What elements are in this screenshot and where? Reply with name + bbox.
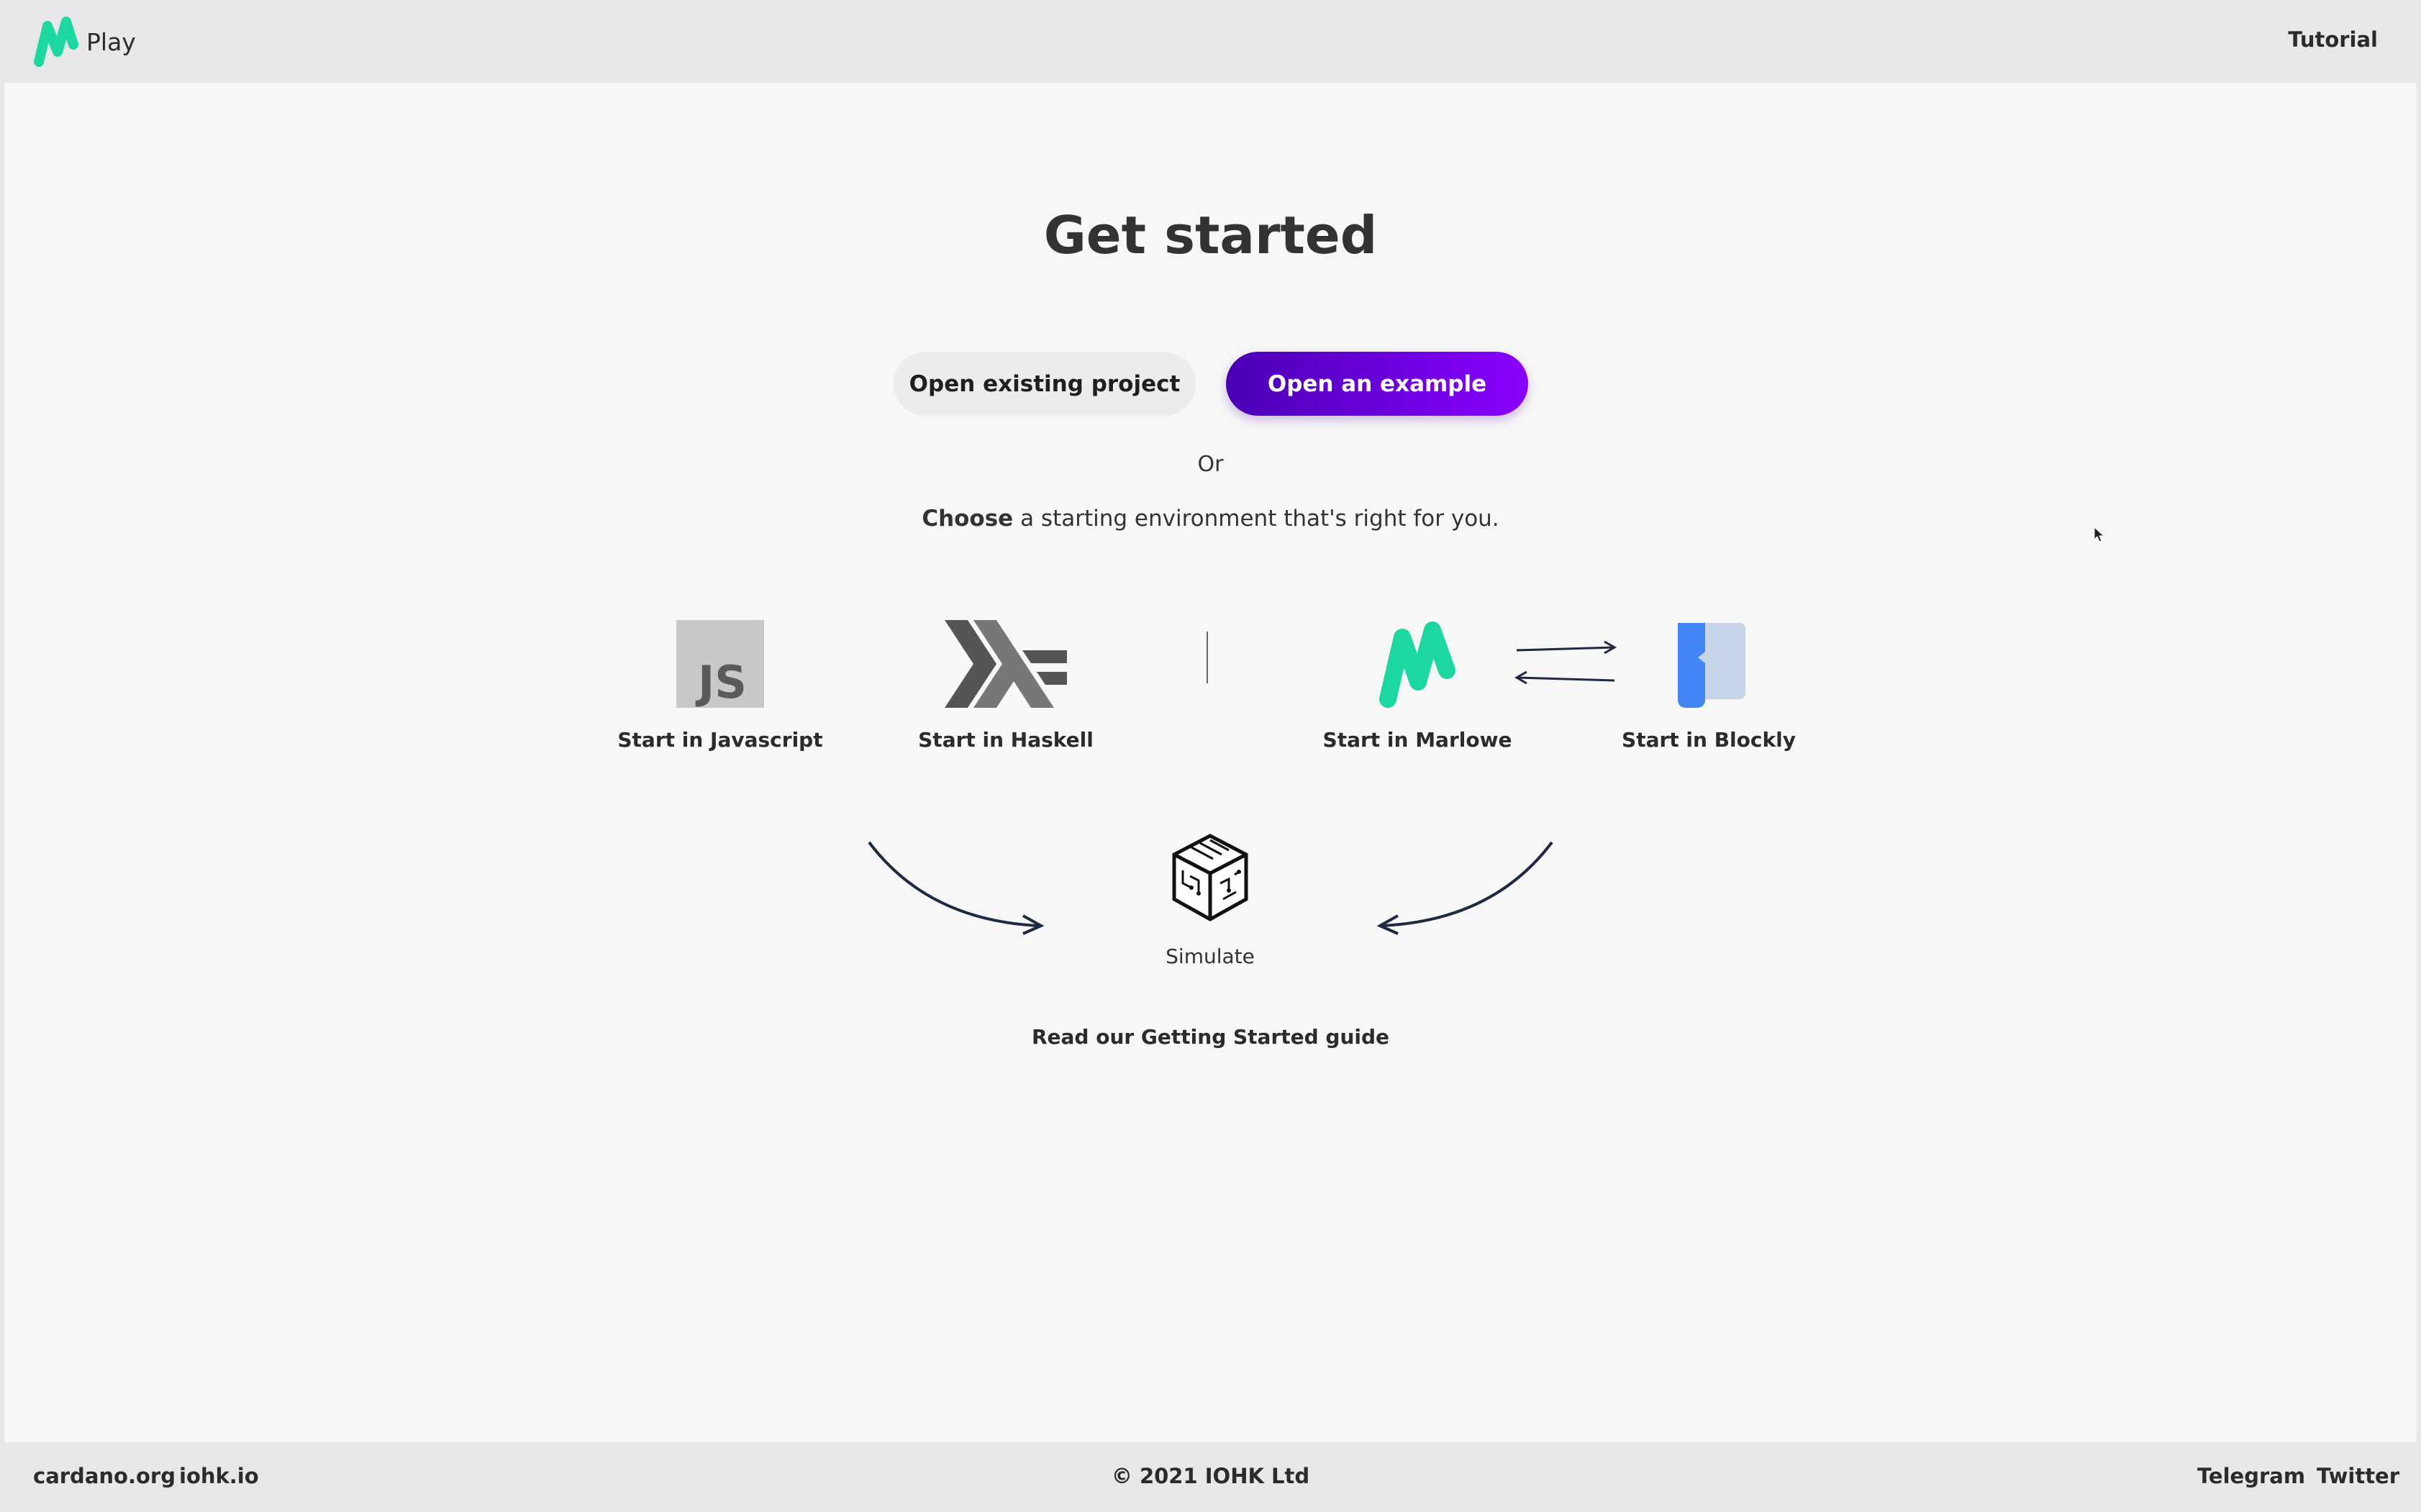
- left-curve-arrow-icon: [868, 841, 1045, 935]
- simulate-cube-icon: [1172, 834, 1248, 921]
- marlowe-logo-icon: [34, 17, 78, 67]
- environment-divider: [1207, 632, 1208, 683]
- start-blockly-label: Start in Blockly: [1622, 728, 1796, 752]
- right-curve-arrow-icon: [1376, 841, 1553, 935]
- marlowe-icon: [1379, 621, 1455, 708]
- start-javascript[interactable]: JS Start in Javascript: [617, 620, 823, 752]
- javascript-icon: JS: [676, 620, 764, 709]
- svg-text:JS: JS: [695, 656, 747, 708]
- choose-text: Choose a starting environment that's rig…: [0, 506, 2421, 532]
- haskell-icon: [945, 620, 1067, 708]
- copyright-text: © 2021 IOHK Ltd: [1111, 1464, 1310, 1488]
- blockly-icon: [1678, 623, 1745, 708]
- simulate-label: Simulate: [1166, 944, 1255, 968]
- start-javascript-label: Start in Javascript: [617, 728, 823, 752]
- start-haskell-label: Start in Haskell: [918, 728, 1094, 752]
- choose-bold: Choose: [922, 506, 1014, 532]
- open-existing-project-button[interactable]: Open existing project: [894, 352, 1196, 416]
- header: Play Tutorial: [0, 0, 2421, 83]
- swap-arrows-icon: [1514, 640, 1617, 685]
- footer-link-twitter[interactable]: Twitter: [2317, 1464, 2399, 1488]
- app-logo[interactable]: Play: [33, 16, 136, 68]
- start-blockly[interactable]: Start in Blockly: [1622, 620, 1796, 752]
- footer-link-telegram[interactable]: Telegram: [2197, 1464, 2305, 1488]
- page-title: Get started: [1043, 205, 1378, 265]
- start-haskell[interactable]: Start in Haskell: [918, 620, 1094, 752]
- start-marlowe-label: Start in Marlowe: [1322, 728, 1512, 752]
- tutorial-link[interactable]: Tutorial: [2288, 27, 2378, 52]
- main-content: [4, 83, 2417, 1442]
- getting-started-guide-link[interactable]: Read our Getting Started guide: [0, 1025, 2421, 1049]
- footer: cardano.org iohk.io © 2021 IOHK Ltd Tele…: [0, 1442, 2421, 1512]
- or-text: Or: [1197, 452, 1224, 477]
- choose-rest: a starting environment that's right for …: [1013, 506, 1499, 532]
- start-marlowe[interactable]: Start in Marlowe: [1323, 620, 1512, 752]
- mouse-cursor-icon: [2094, 527, 2105, 542]
- app-name: Play: [86, 27, 136, 56]
- open-example-button[interactable]: Open an example: [1226, 352, 1528, 416]
